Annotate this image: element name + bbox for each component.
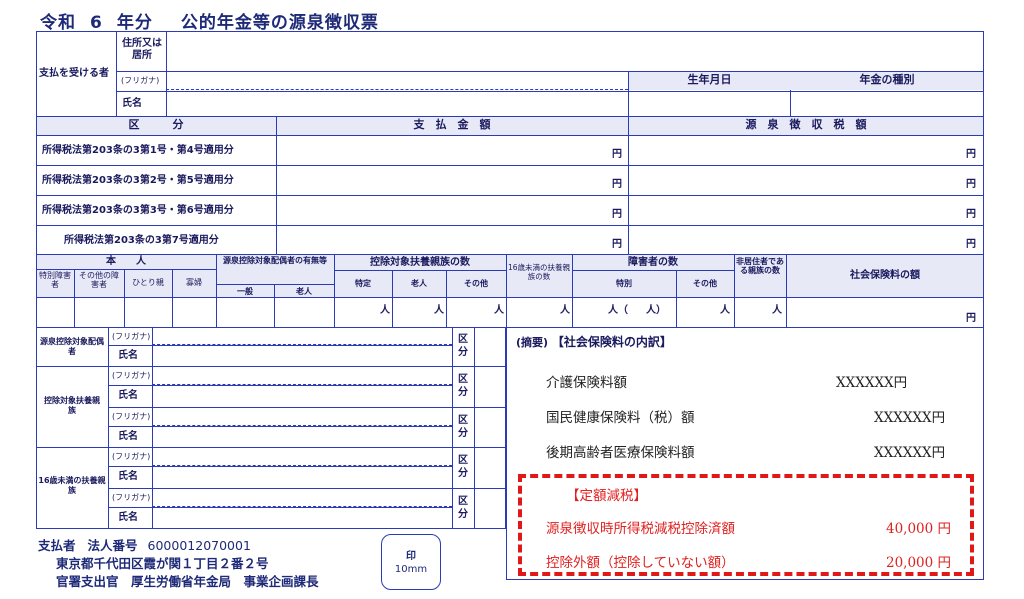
summary-item-2-value: XXXXXX円 (874, 410, 946, 426)
summary-item-3-value: XXXXXX円 (874, 445, 946, 461)
header-tax: 源 泉 徴 収 税 額 (745, 118, 867, 131)
seal-label: 印 (406, 551, 416, 562)
summary-label: (摘要) 【社会保険料の内訳】 (516, 335, 672, 350)
header-amount: 支 払 金 額 (413, 118, 491, 131)
u16-1-name: 氏名 (118, 471, 138, 482)
corp-number: 6000012070001 (147, 538, 251, 553)
tax-yen-3: 円 (966, 209, 976, 220)
other-disabled-header: その他の障害者 (79, 271, 119, 289)
spouse-name: 氏名 (118, 350, 138, 361)
paren-close: 人） (646, 305, 666, 316)
disabled-other-unit: 人 (720, 305, 730, 316)
tax-yen-4: 円 (966, 239, 976, 250)
dep-specific-unit: 人 (380, 305, 390, 316)
seal-size: 10mm (394, 564, 428, 575)
payment-row-4-label: 所得税法第203条の3第7号適用分 (64, 235, 219, 246)
seal-box: 印 10mm (381, 534, 441, 590)
self-header: 本 人 (106, 256, 146, 267)
dep-specific-header: 特定 (355, 279, 371, 288)
under16-unit: 人 (560, 305, 570, 316)
address-label: 住所又は居所 (122, 38, 162, 61)
disabled-count-header: 障害者の数 (628, 257, 678, 268)
payer-label: 支払者 (38, 538, 76, 553)
dependents-header: 控除対象扶養親族の数 (370, 257, 470, 268)
dep-other-header: その他 (464, 279, 488, 288)
tax-yen-2: 円 (966, 179, 976, 190)
title-era: 令和 (40, 13, 76, 33)
u16-2-furigana: (フリガナ) (112, 493, 151, 502)
spouse-general-header: 一般 (237, 287, 253, 296)
social-insurance-header: 社会保険料の額 (850, 270, 920, 281)
social-insurance-yen: 円 (966, 313, 976, 324)
nonresident-header: 非居住者である親族の数 (736, 257, 784, 275)
payer-address: 東京都千代田区霞が関１丁目２番２号 (56, 556, 269, 571)
spouse-kubun: 区分 (458, 334, 468, 358)
dependents-label: 控除対象扶養親族 (44, 396, 100, 416)
summary-item-1-value: XXXXXX円 (836, 375, 908, 391)
dep1-furigana: (フリガナ) (112, 371, 151, 380)
dep2-furigana: (フリガナ) (112, 412, 151, 421)
dep-elderly-header: 老人 (411, 279, 427, 288)
flat-item-2-label: 控除外額（控除していない額） (546, 555, 735, 571)
u16-1-kubun: 区分 (458, 455, 468, 479)
dep2-kubun: 区分 (458, 415, 468, 439)
dep2-name: 氏名 (118, 431, 138, 442)
payment-row-1-label: 所得税法第203条の3第1号・第4号適用分 (42, 145, 234, 156)
amount-yen-1: 円 (612, 149, 622, 160)
tax-yen-1: 円 (966, 149, 976, 160)
amount-yen-4: 円 (612, 239, 622, 250)
under16-label: 16歳未満の扶養親族 (38, 476, 106, 496)
u16-2-kubun: 区分 (458, 496, 468, 520)
pension-type-label: 年金の種別 (859, 73, 915, 86)
name-label: 氏名 (122, 98, 142, 109)
payer-line-1: 支払者 法人番号 6000012070001 (38, 535, 251, 554)
recipient-section (36, 31, 984, 255)
title-name: 公的年金等の源泉徴収票 (180, 13, 379, 33)
spouse-furigana: (フリガナ) (112, 332, 151, 341)
disabled-special-unit-person: 人 (608, 305, 618, 316)
flat-item-2-value: 20,000 円 (886, 555, 952, 571)
spouse-header: 源泉控除対象配偶者の有無等 (223, 256, 327, 265)
title-suffix: 年分 (116, 13, 153, 33)
nonresident-unit: 人 (772, 305, 782, 316)
flat-item-1-value: 40,000 円 (886, 521, 952, 537)
payment-row-3-label: 所得税法第203条の3第3号・第6号適用分 (42, 205, 234, 216)
widow-header: 寡婦 (186, 278, 202, 287)
u16-1-furigana: (フリガナ) (112, 452, 151, 461)
header-category: 区 分 (128, 118, 184, 131)
spouse-label: 源泉控除対象配偶者 (40, 337, 104, 356)
title-year: 6 (90, 13, 103, 33)
single-parent-header: ひとり親 (132, 278, 164, 287)
payer-office: 官署支出官 厚生労働省年金局 事業企画課長 (56, 574, 319, 589)
summary-item-1-label: 介護保険料額 (546, 375, 627, 391)
u16-2-name: 氏名 (118, 512, 138, 523)
dep1-kubun: 区分 (458, 374, 468, 398)
spouse-elderly-header: 老人 (296, 287, 312, 296)
amount-yen-2: 円 (612, 179, 622, 190)
dep-elderly-unit: 人 (434, 305, 444, 316)
flat-item-1-label: 源泉徴収時所得税減税控除済額 (546, 521, 735, 537)
corp-number-label: 法人番号 (87, 538, 138, 553)
disabled-special-unit: 人（ 人） (608, 301, 666, 316)
summary-item-3-label: 後期高齢者医療保険料額 (546, 445, 695, 461)
summary-item-2-label: 国民健康保険料（税）額 (546, 410, 695, 426)
summary-heading: 【社会保険料の内訳】 (551, 335, 672, 349)
disabled-special-header: 特別 (616, 279, 632, 288)
dep1-name: 氏名 (118, 390, 138, 401)
dep-other-unit: 人 (494, 305, 504, 316)
special-disabled-header: 特別障害者 (39, 271, 71, 289)
form-title: 令和 6 年分 公的年金等の源泉徴収票 (40, 8, 379, 33)
summary-label-text: (摘要) (516, 336, 549, 349)
paren-open: （ (618, 305, 628, 316)
flat-tax-heading: 【定額減税】 (566, 488, 647, 504)
furigana-label: (フリガナ) (121, 76, 160, 85)
birthdate-label: 生年月日 (687, 73, 732, 86)
disabled-other-header: その他 (693, 279, 717, 288)
amount-yen-3: 円 (612, 209, 622, 220)
recipient-label: 支払を受ける者 (39, 68, 109, 79)
payment-row-2-label: 所得税法第203条の3第2号・第5号適用分 (42, 175, 234, 186)
family-section (36, 327, 506, 529)
under16-header: 16歳未満の扶養親族の数 (507, 263, 571, 281)
